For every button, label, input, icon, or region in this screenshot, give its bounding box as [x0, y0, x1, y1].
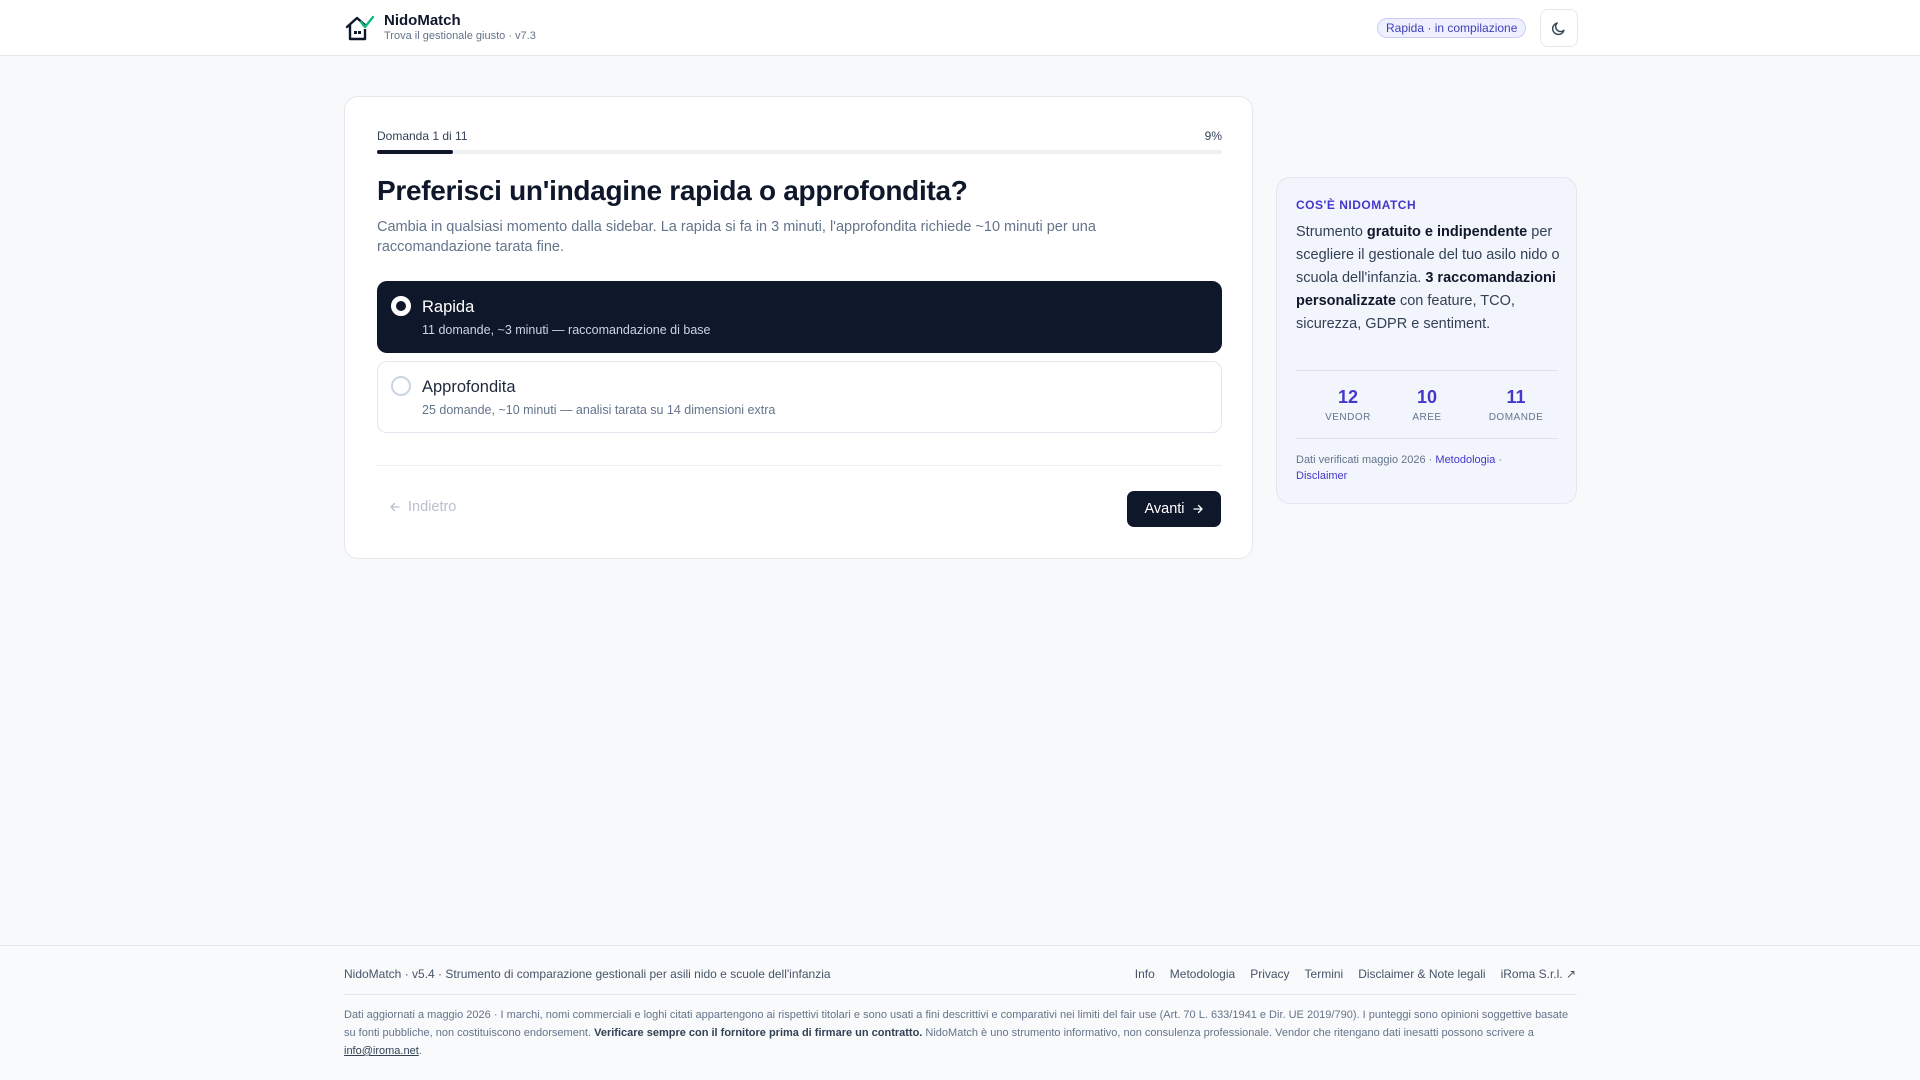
theme-toggle-button[interactable]	[1540, 9, 1578, 47]
progress-bar	[377, 150, 1222, 154]
footer-link-metodologia[interactable]: Metodologia	[1170, 967, 1235, 981]
about-panel: COS'È NIDOMATCH Strumento gratuito e ind…	[1276, 177, 1577, 504]
option-description: 11 domande, ~3 minuti — raccomandazione …	[422, 323, 711, 337]
brand-subtitle: Trova il gestionale giusto · v7.3	[384, 30, 536, 42]
option-rapida[interactable]: Rapida 11 domande, ~3 minuti — raccomand…	[377, 281, 1222, 353]
radio-empty-icon[interactable]	[391, 376, 411, 396]
divider	[1296, 438, 1558, 439]
divider	[344, 994, 1577, 995]
progress-header: Domanda 1 di 11 9%	[377, 129, 1222, 149]
page-footer: NidoMatch · v5.4 · Strumento di comparaz…	[0, 945, 1920, 1080]
stat-aree: 10 AREE	[1412, 387, 1442, 423]
back-label: Indietro	[408, 499, 457, 515]
next-button[interactable]: Avanti	[1127, 491, 1221, 527]
option-title: Approfondita	[422, 378, 516, 396]
house-check-logo-icon	[345, 15, 374, 40]
moon-icon	[1551, 22, 1565, 36]
footer-link-termini[interactable]: Termini	[1305, 967, 1344, 981]
question-description: Cambia in qualsiasi momento dalla sideba…	[377, 219, 1096, 255]
question-title: Preferisci un'indagine rapida o approfon…	[377, 175, 968, 206]
brand[interactable]: NidoMatch Trova il gestionale giusto · v…	[344, 12, 536, 43]
divider	[1296, 370, 1558, 371]
radio-selected-icon[interactable]	[391, 296, 411, 316]
back-button[interactable]: Indietro	[389, 499, 456, 515]
footer-link-privacy[interactable]: Privacy	[1250, 967, 1289, 981]
email-link[interactable]: info@iroma.net	[344, 1045, 419, 1057]
about-heading: COS'È NIDOMATCH	[1296, 198, 1417, 212]
footer-disclaimer: Dati aggiornati a maggio 2026 · I marchi…	[344, 1009, 1569, 1057]
brand-name: NidoMatch	[384, 12, 461, 29]
progress-label: Domanda 1 di 11	[377, 129, 468, 143]
option-approfondita[interactable]: Approfondita 25 domande, ~10 minuti — an…	[377, 361, 1222, 433]
footer-link-disclaimer[interactable]: Disclaimer & Note legali	[1358, 967, 1485, 981]
next-label: Avanti	[1144, 501, 1185, 517]
stat-domande: 11 DOMANDE	[1488, 387, 1544, 423]
arrow-right-icon	[1192, 504, 1203, 514]
option-title: Rapida	[422, 298, 475, 316]
stat-vendor: 12 VENDOR	[1325, 387, 1371, 423]
arrow-left-icon	[390, 502, 400, 512]
footer-link-iroma[interactable]: iRoma S.r.l. ↗	[1501, 967, 1576, 981]
about-text: Strumento gratuito e indipendente per sc…	[1296, 224, 1560, 332]
progress-percent: 9%	[1204, 129, 1222, 143]
footer-links: Info Metodologia Privacy Termini Disclai…	[1120, 967, 1576, 981]
about-footnote: Dati verificati maggio 2026 · Metodologi…	[1296, 454, 1503, 482]
progress-bar-fill	[377, 150, 454, 154]
top-bar: NidoMatch Trova il gestionale giusto · v…	[0, 0, 1920, 56]
footer-link-info[interactable]: Info	[1135, 967, 1155, 981]
methodology-link[interactable]: Metodologia	[1435, 454, 1495, 466]
mode-status-badge: Rapida · in compilazione	[1377, 18, 1527, 38]
question-card: Domanda 1 di 11 9% Preferisci un'indagin…	[344, 96, 1253, 559]
footer-title: NidoMatch · v5.4 · Strumento di comparaz…	[344, 967, 831, 981]
option-description: 25 domande, ~10 minuti — analisi tarata …	[422, 403, 776, 417]
disclaimer-link[interactable]: Disclaimer	[1296, 470, 1347, 482]
divider	[377, 465, 1222, 466]
